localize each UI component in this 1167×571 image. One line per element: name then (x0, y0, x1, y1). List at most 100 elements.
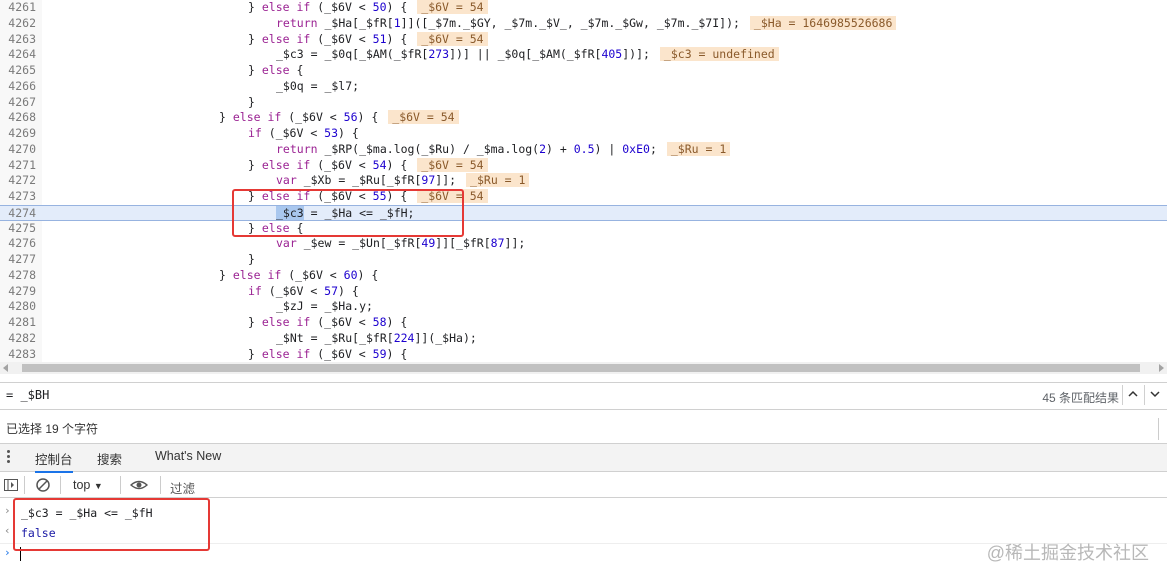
match-count: 45 条匹配结果 (1042, 391, 1119, 405)
code-line[interactable]: 4270 return _$RP(_$ma.log(_$Ru) / _$ma.lo… (0, 141, 1167, 158)
code-text: } (248, 94, 255, 109)
scroll-right-icon[interactable] (1159, 364, 1164, 372)
filter-input[interactable]: 过滤 (170, 478, 195, 497)
status-bar: 已选择 19 个字符 (0, 418, 1167, 440)
line-number[interactable]: 4264 (0, 47, 36, 63)
line-number[interactable]: 4261 (0, 0, 36, 16)
code-line[interactable]: 4281 } else if (_$6V < 58) { (0, 315, 1167, 331)
line-number[interactable]: 4276 (0, 236, 36, 252)
code-editor[interactable]: 4261} else if (_$6V < 50) {_$6V = 54 4262… (0, 0, 1167, 362)
line-number[interactable]: 4265 (0, 63, 36, 79)
inline-value-badge: _$6V = 54 (388, 110, 459, 125)
code-line[interactable]: 4269 if (_$6V < 53) { (0, 126, 1167, 142)
scrollbar-thumb[interactable] (22, 364, 1140, 372)
line-number[interactable]: 4279 (0, 284, 36, 300)
line-number[interactable]: 4273 (0, 189, 36, 205)
selection-status: 已选择 19 个字符 (6, 422, 99, 436)
sidebar-toggle-icon[interactable] (3, 477, 19, 493)
highlight-box-code (232, 189, 464, 237)
code-line[interactable]: 4279 if (_$6V < 57) { (0, 284, 1167, 300)
search-bar: = _$BH 45 条匹配结果 (0, 382, 1167, 410)
panel-resizer[interactable] (1158, 418, 1167, 440)
code-line[interactable]: 4264 _$c3 = _$0q[_$AM(_$fR[273])] || _$0q… (0, 47, 1167, 63)
code-text: _$c3 = _$0q[_$AM(_$fR[273])] || _$0q[_$A… (276, 47, 779, 63)
code-line[interactable]: 4272 var _$Xb = _$Ru[_$fR[97]]; _$Ru = 1 (0, 173, 1167, 189)
code-line[interactable]: 4271 } else if (_$6V < 54) {_$6V = 54 (0, 157, 1167, 174)
code-text: } else if (_$6V < 60) { (219, 267, 379, 282)
inline-value-badge: _$c3 = undefined (659, 47, 779, 62)
code-line[interactable]: 4262 return _$Ha[_$fR[1]]([_$7m._$GY, _$7… (0, 15, 1167, 32)
code-line[interactable]: 4265} else { (0, 63, 1167, 79)
code-line[interactable]: 4266 _$0q = _$l7; (0, 79, 1167, 95)
code-line[interactable]: 4277} (0, 252, 1167, 268)
highlight-box-console (13, 498, 210, 551)
code-line[interactable]: 4267} (0, 95, 1167, 111)
cursor-prompt-icon: › (4, 546, 11, 559)
input-prompt-icon: › (4, 504, 11, 517)
line-number[interactable]: 4271 (0, 158, 36, 174)
code-line[interactable]: 4261 } else if (_$6V < 50) {_$6V = 54 (0, 0, 1167, 16)
search-prev-button[interactable] (1122, 385, 1143, 405)
inline-value-badge: _$Ru = 1 (466, 173, 530, 188)
code-text: } else if (_$6V < 54) {_$6V = 54 (248, 157, 488, 174)
code-line[interactable]: 4282 _$Nt = _$Ru[_$fR[224]](_$Ha); (0, 331, 1167, 347)
line-number[interactable]: 4263 (0, 32, 36, 48)
code-line[interactable]: 4280 _$zJ = _$Ha.y; (0, 299, 1167, 315)
code-text: return _$Ha[_$fR[1]]([_$7m._$GY, _$7m._$… (276, 15, 897, 32)
code-text: var _$Xb = _$Ru[_$fR[97]]; _$Ru = 1 (276, 173, 530, 189)
line-number[interactable]: 4280 (0, 299, 36, 315)
code-line[interactable]: 4273} else if (_$6V < 55) {_$6V = 54 (0, 189, 1167, 205)
tab-whats-new[interactable]: What's New (155, 449, 221, 463)
line-number[interactable]: 4274 (0, 206, 36, 222)
clear-console-icon[interactable] (35, 477, 51, 493)
console-toolbar: top ▼ 过滤 (0, 473, 1167, 498)
more-menu-icon[interactable] (7, 450, 11, 465)
line-number[interactable]: 4267 (0, 95, 36, 111)
context-value: top (73, 478, 91, 492)
code-text: var _$ew = _$Un[_$fR[49]][_$fR[87]]; (276, 236, 526, 251)
line-number[interactable]: 4266 (0, 79, 36, 95)
tab-console[interactable]: 控制台 (35, 449, 73, 473)
dropdown-caret-icon: ▼ (93, 481, 103, 491)
horizontal-scrollbar[interactable] (0, 362, 1167, 374)
line-number[interactable]: 4262 (0, 16, 36, 32)
code-text: } (248, 252, 255, 266)
code-line[interactable]: 4274 _$c3 = _$Ha <= _$fH; (0, 204, 1167, 222)
inline-value-badge: _$6V = 54 (417, 31, 488, 46)
line-number[interactable]: 4269 (0, 126, 36, 142)
code-line[interactable]: 4283 } else if (_$6V < 59) { (0, 347, 1167, 363)
context-selector[interactable]: top ▼ (73, 478, 103, 492)
result-prompt-icon: ‹ (4, 524, 11, 537)
code-text: if (_$6V < 57) { (248, 283, 359, 298)
line-number[interactable]: 4277 (0, 252, 36, 268)
code-text: } else if (_$6V < 59) { (248, 346, 408, 361)
line-number[interactable]: 4278 (0, 268, 36, 284)
search-next-button[interactable] (1144, 385, 1165, 405)
line-number[interactable]: 4281 (0, 315, 36, 331)
watermark: @稀土掘金技术社区 (986, 543, 1149, 563)
line-number[interactable]: 4270 (0, 142, 36, 158)
tab-search[interactable]: 搜索 (97, 449, 122, 468)
inline-value-badge: _$Ru = 1 (666, 141, 731, 156)
eye-icon[interactable] (130, 477, 148, 493)
scroll-left-icon[interactable] (3, 364, 8, 372)
code-text: } else if (_$6V < 58) { (248, 315, 408, 329)
code-text: } else if (_$6V < 56) {_$6V = 54 (219, 110, 459, 126)
code-text: if (_$6V < 53) { (248, 126, 359, 140)
line-number[interactable]: 4268 (0, 110, 36, 126)
line-number[interactable]: 4272 (0, 173, 36, 189)
code-text: return _$RP(_$ma.log(_$Ru) / _$ma.log(2)… (276, 141, 731, 158)
code-text: } else if (_$6V < 50) {_$6V = 54 (248, 0, 488, 16)
code-text: _$Nt = _$Ru[_$fR[224]](_$Ha); (276, 330, 477, 345)
drawer-tabbar: 控制台 搜索 What's New (0, 443, 1167, 473)
line-number[interactable]: 4282 (0, 331, 36, 347)
code-line[interactable]: 4278 } else if (_$6V < 60) { (0, 268, 1167, 284)
inline-value-badge: _$6V = 54 (417, 157, 488, 172)
code-line[interactable]: 4276 var _$ew = _$Un[_$fR[49]][_$fR[87]]; (0, 236, 1167, 252)
search-input[interactable]: = _$BH (6, 388, 49, 402)
line-number[interactable]: 4275 (0, 221, 36, 237)
code-line[interactable]: 4268 } else if (_$6V < 56) {_$6V = 54 (0, 110, 1167, 126)
code-line[interactable]: 4263} else if (_$6V < 51) {_$6V = 54 (0, 31, 1167, 48)
code-line[interactable]: 4275} else { (0, 221, 1167, 237)
line-number[interactable]: 4283 (0, 347, 36, 363)
